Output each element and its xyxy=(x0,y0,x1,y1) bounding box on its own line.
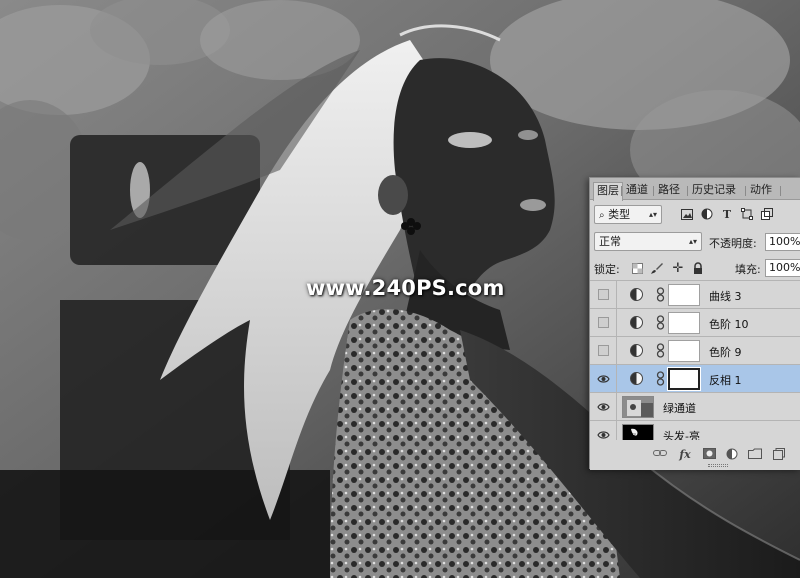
visibility-toggle[interactable] xyxy=(590,309,617,336)
lock-all-icon[interactable] xyxy=(691,261,705,275)
layers-panel[interactable]: 图层 通道 路径 历史记录 动作 ⌕ 类型 ▴▾ T 正常 ▴▾ 不透明度: 1… xyxy=(589,177,800,470)
visibility-off-box xyxy=(598,289,609,300)
opacity-input[interactable]: 100% xyxy=(765,233,800,251)
tab-channels[interactable]: 通道 xyxy=(623,182,651,200)
layer-row[interactable]: 色阶 9 xyxy=(590,337,800,365)
eye-icon xyxy=(597,403,610,411)
tab-history[interactable]: 历史记录 xyxy=(689,182,739,200)
watermark-text: www.240PS.com xyxy=(306,276,505,300)
chain-link-icon[interactable] xyxy=(656,287,665,302)
layer-mask-thumbnail[interactable] xyxy=(667,367,701,391)
layer-name[interactable]: 曲线 3 xyxy=(709,288,742,304)
link-icon[interactable] xyxy=(653,448,667,461)
fill-input[interactable]: 100% xyxy=(765,259,800,277)
layer-mask-thumbnail[interactable] xyxy=(668,340,700,362)
visibility-off-box xyxy=(598,345,609,356)
lock-brush-icon[interactable] xyxy=(650,261,664,275)
visibility-off-box xyxy=(598,317,609,328)
chevron-updown-icon: ▴▾ xyxy=(688,237,697,246)
adjustment-layer-icon xyxy=(630,288,643,301)
filter-smart-object-icon[interactable] xyxy=(760,207,774,221)
chain-link-icon[interactable] xyxy=(656,371,665,386)
tab-separator xyxy=(653,186,654,196)
layer-name[interactable]: 绿通道 xyxy=(663,400,696,416)
tab-layers[interactable]: 图层 xyxy=(593,182,623,201)
filter-adjustment-icon[interactable] xyxy=(700,207,714,221)
fill-label: 填充: xyxy=(735,263,761,276)
chevron-updown-icon: ▴▾ xyxy=(648,210,657,219)
adjustment-icon[interactable] xyxy=(725,448,739,461)
layer-name[interactable]: 反相 1 xyxy=(709,372,742,388)
filter-shape-icon[interactable] xyxy=(740,207,754,221)
visibility-toggle[interactable] xyxy=(590,365,617,392)
tab-separator xyxy=(687,186,688,196)
visibility-toggle[interactable] xyxy=(590,281,617,308)
layer-name[interactable]: 色阶 10 xyxy=(709,316,749,332)
layer-row[interactable]: 曲线 3 xyxy=(590,281,800,309)
panel-footer: fx xyxy=(590,440,800,470)
folder-icon[interactable] xyxy=(748,448,762,461)
blend-row: 正常 ▴▾ 不透明度: 100% xyxy=(590,230,800,254)
filter-type-icon[interactable]: T xyxy=(720,207,734,221)
layer-row-selected[interactable]: 反相 1 xyxy=(590,365,800,393)
filter-pixel-icon[interactable] xyxy=(680,207,694,221)
chain-link-icon[interactable] xyxy=(656,343,665,358)
opacity-label: 不透明度: xyxy=(709,237,757,250)
visibility-toggle[interactable] xyxy=(590,337,617,364)
eye-icon xyxy=(597,375,610,383)
blend-mode-value: 正常 xyxy=(599,235,621,248)
adjustment-layer-icon xyxy=(630,316,643,329)
layer-name[interactable]: 色阶 9 xyxy=(709,344,742,360)
fx-icon[interactable]: fx xyxy=(678,448,692,461)
lock-transparent-icon[interactable] xyxy=(630,261,644,275)
lock-move-icon[interactable]: ✛ xyxy=(671,261,685,276)
tab-actions[interactable]: 动作 xyxy=(747,182,775,200)
layer-mask-thumbnail[interactable] xyxy=(668,312,700,334)
adjustment-layer-icon xyxy=(630,344,643,357)
layer-row[interactable]: 色阶 10 xyxy=(590,309,800,337)
filter-type-select[interactable]: ⌕ 类型 ▴▾ xyxy=(594,205,662,224)
panel-tab-bar: 图层 通道 路径 历史记录 动作 xyxy=(590,178,800,201)
tab-separator xyxy=(745,186,746,196)
new-layer-icon[interactable] xyxy=(772,448,786,461)
tab-paths[interactable]: 路径 xyxy=(655,182,683,200)
tab-separator xyxy=(621,186,622,196)
lock-row: 锁定: ✛ 填充: 100% xyxy=(590,256,800,280)
search-icon: ⌕ xyxy=(599,210,605,221)
chain-link-icon[interactable] xyxy=(656,315,665,330)
layer-row[interactable]: 绿通道 xyxy=(590,393,800,421)
visibility-toggle[interactable] xyxy=(590,393,617,420)
layer-thumbnail[interactable] xyxy=(622,396,654,418)
lock-label: 锁定: xyxy=(594,263,620,276)
mask-icon[interactable] xyxy=(702,448,716,461)
filter-type-label: 类型 xyxy=(608,208,631,221)
blend-mode-select[interactable]: 正常 ▴▾ xyxy=(594,232,702,251)
resize-grip[interactable] xyxy=(708,464,728,467)
tab-separator xyxy=(780,186,781,196)
layer-mask-thumbnail[interactable] xyxy=(668,284,700,306)
filter-row: ⌕ 类型 ▴▾ T xyxy=(590,204,800,228)
layer-list: 曲线 3 色阶 10 色阶 9 反相 1 绿通道 头发-亮 xyxy=(590,280,800,449)
adjustment-layer-icon xyxy=(630,372,643,385)
